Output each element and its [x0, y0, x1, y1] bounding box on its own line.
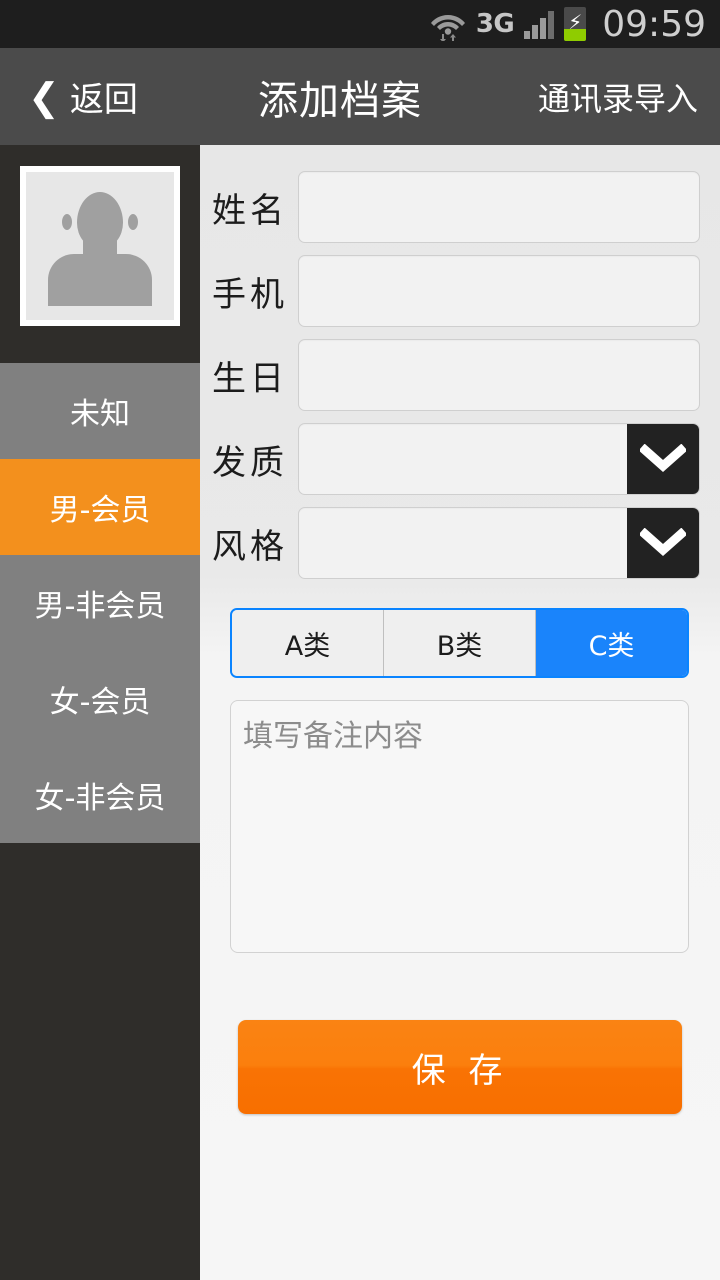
form-row-birthday: 生日 — [200, 333, 720, 417]
sidebar-item-label: 女-非会员 — [34, 781, 166, 816]
sidebar-item-label: 男-会员 — [49, 493, 151, 528]
notes-textarea[interactable]: 填写备注内容 — [230, 700, 689, 953]
chevron-left-icon: ❮ — [28, 74, 60, 119]
birthday-input[interactable] — [298, 339, 700, 411]
style-select[interactable] — [298, 507, 700, 579]
app-screen: 3G ⚡ 09:59 ❮ 返回 添加档案 通讯录导入 未知 男-会员 男-非会员… — [0, 0, 720, 1280]
back-button[interactable]: ❮ 返回 — [28, 72, 138, 121]
status-icon-group: 3G ⚡ 09:59 — [428, 4, 706, 45]
style-field-label: 风格 — [212, 526, 288, 567]
status-bar: 3G ⚡ 09:59 — [0, 0, 720, 48]
page-title: 添加档案 — [258, 77, 422, 124]
category-segmented-control: A类 B类 C类 — [230, 608, 689, 678]
tab-category-b[interactable]: B类 — [384, 610, 536, 676]
avatar-placeholder-image — [26, 172, 174, 320]
name-input[interactable] — [298, 171, 700, 243]
segment-label: C类 — [588, 630, 635, 662]
sidebar-item-female-nonmember[interactable]: 女-非会员 — [0, 747, 200, 843]
form-row-style: 风格 — [200, 501, 720, 585]
notes-placeholder: 填写备注内容 — [243, 719, 423, 754]
category-list: 未知 男-会员 男-非会员 女-会员 女-非会员 — [0, 363, 200, 843]
hair-quality-field-label: 发质 — [212, 442, 288, 483]
sidebar-item-male-member[interactable]: 男-会员 — [0, 459, 200, 555]
sidebar-item-female-member[interactable]: 女-会员 — [0, 651, 200, 747]
form-row-mobile: 手机 — [200, 249, 720, 333]
status-clock: 09:59 — [602, 3, 706, 45]
avatar[interactable] — [20, 166, 180, 326]
save-button[interactable]: 保 存 — [238, 1020, 682, 1114]
segment-label: A类 — [284, 630, 331, 662]
birthday-field-label: 生日 — [212, 358, 288, 399]
form-row-hair-quality: 发质 — [200, 417, 720, 501]
signal-icon — [524, 9, 555, 39]
hair-quality-select[interactable] — [298, 423, 700, 495]
chevron-down-icon[interactable] — [627, 508, 699, 578]
tab-category-a[interactable]: A类 — [232, 610, 384, 676]
save-button-label: 保 存 — [411, 1050, 509, 1091]
name-field-label: 姓名 — [212, 190, 288, 231]
wifi-icon — [428, 4, 468, 44]
network-type-label: 3G — [475, 9, 515, 39]
sidebar-item-unknown[interactable]: 未知 — [0, 363, 200, 459]
navigation-header: ❮ 返回 添加档案 通讯录导入 — [0, 48, 720, 145]
mobile-input[interactable] — [298, 255, 700, 327]
sidebar-item-label: 女-会员 — [49, 685, 151, 720]
sidebar-item-male-nonmember[interactable]: 男-非会员 — [0, 555, 200, 651]
battery-charging-icon: ⚡ — [564, 7, 587, 41]
chevron-down-icon[interactable] — [627, 424, 699, 494]
sidebar: 未知 男-会员 男-非会员 女-会员 女-非会员 — [0, 145, 200, 1280]
sidebar-item-label: 男-非会员 — [34, 589, 166, 624]
back-button-label: 返回 — [69, 80, 138, 120]
profile-form: 姓名 手机 生日 发质 风格 A类 B类 C类 填写备注内容 保 存 — [200, 145, 720, 1280]
import-contacts-button[interactable]: 通讯录导入 — [538, 74, 698, 120]
segment-label: B类 — [436, 630, 483, 662]
sidebar-item-label: 未知 — [70, 397, 130, 432]
mobile-field-label: 手机 — [212, 274, 288, 315]
tab-category-c[interactable]: C类 — [536, 610, 687, 676]
form-row-name: 姓名 — [200, 165, 720, 249]
